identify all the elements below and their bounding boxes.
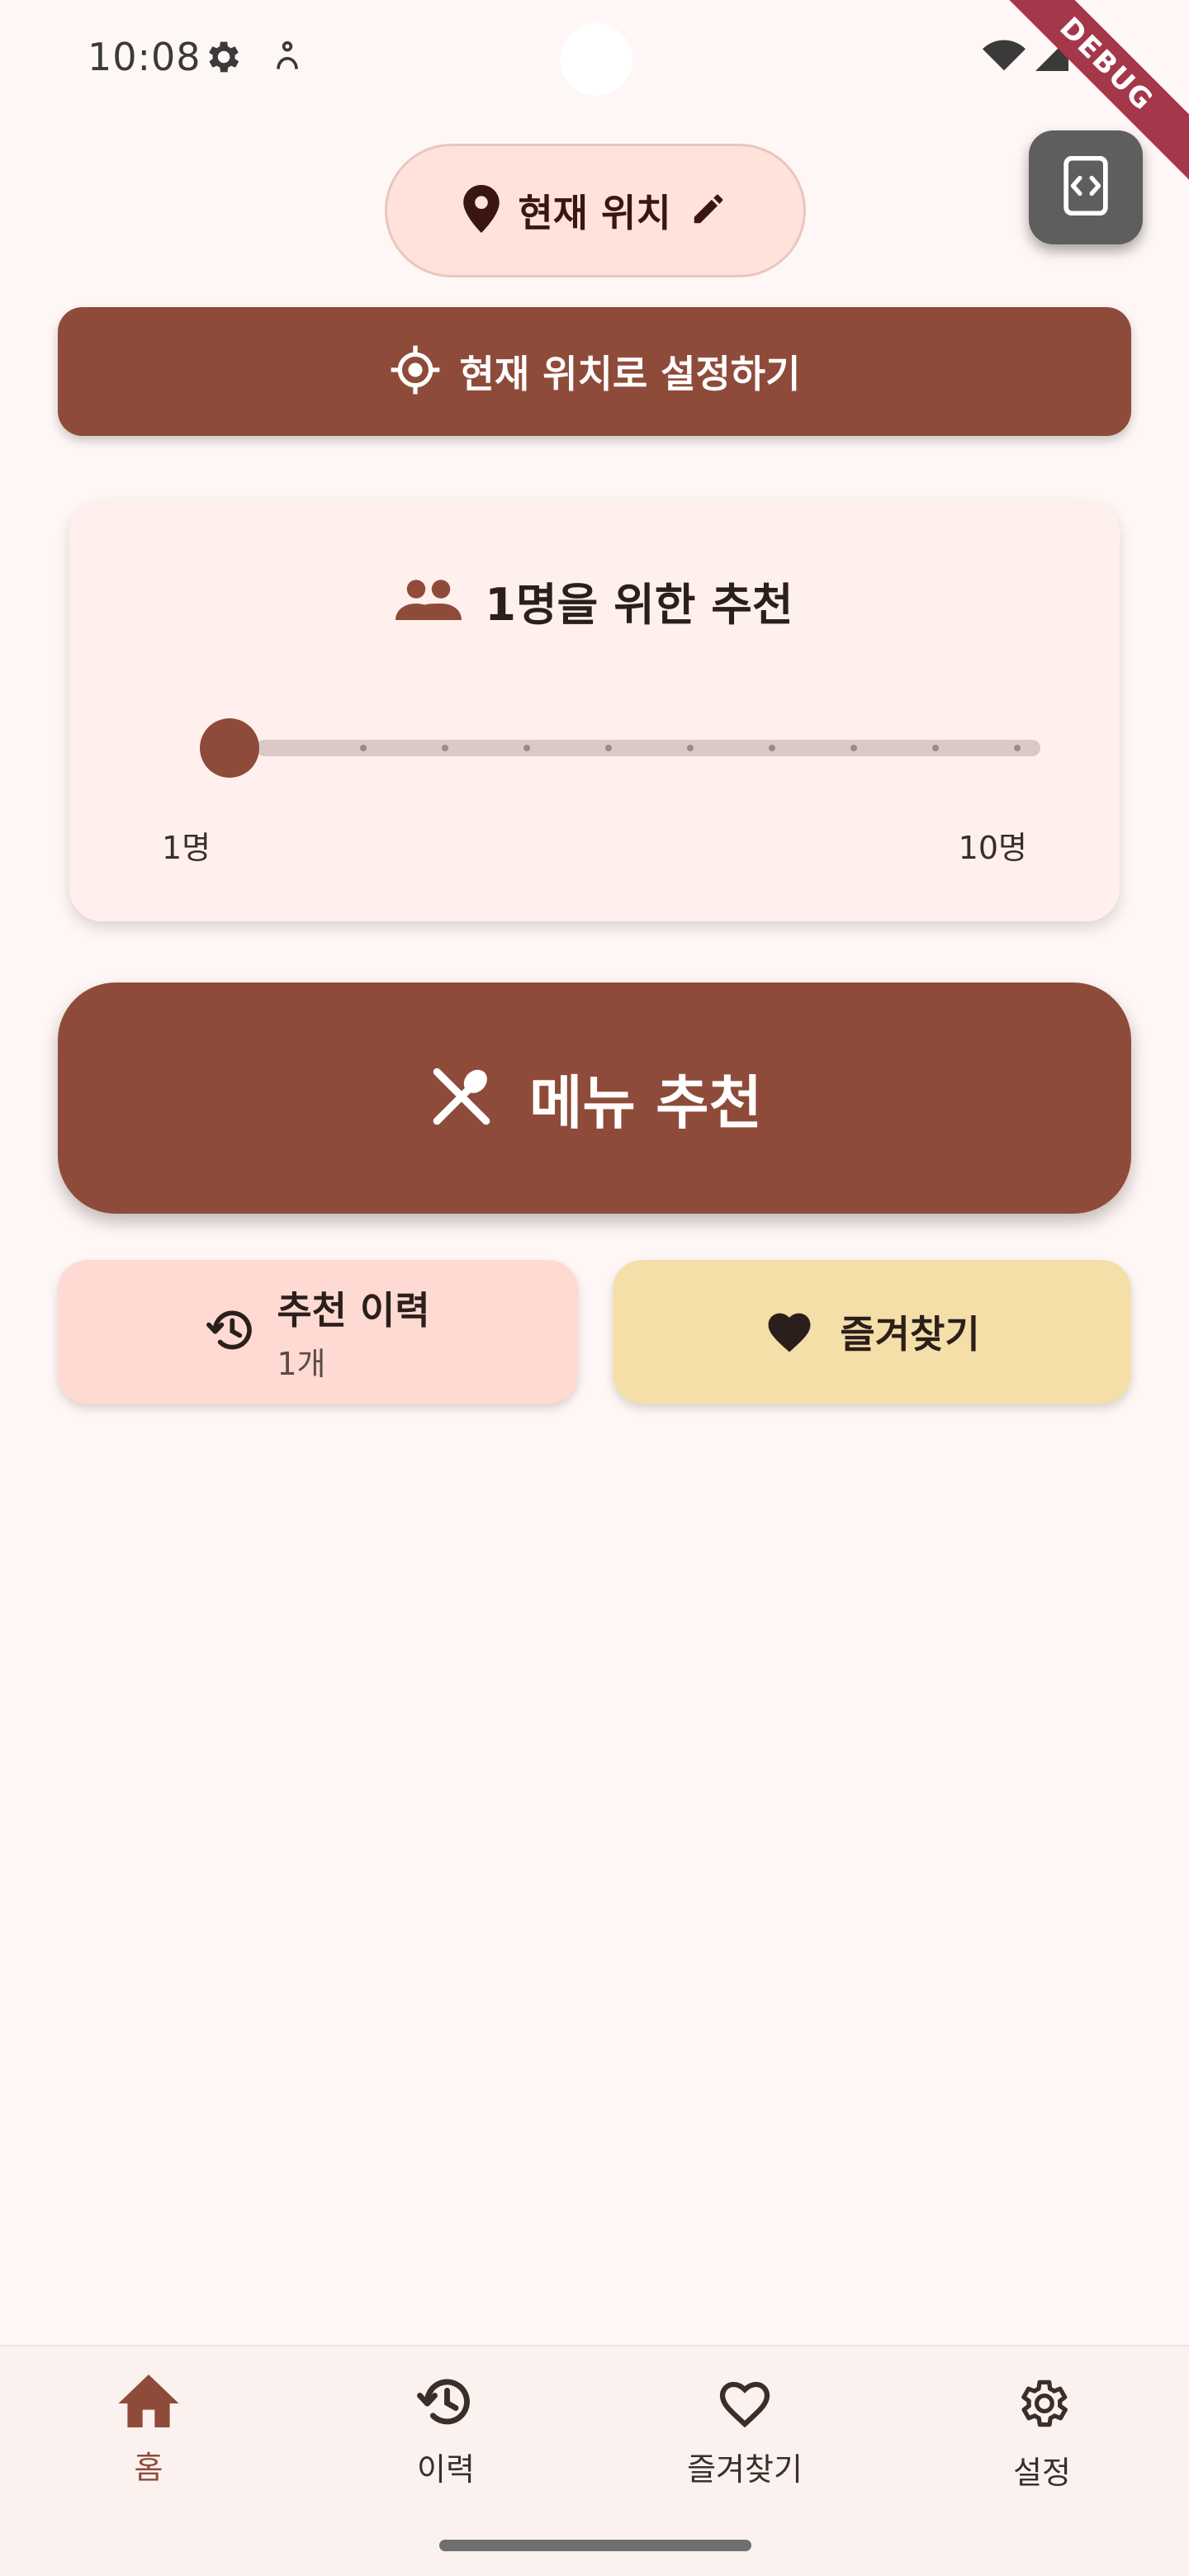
slider-tick	[1014, 745, 1021, 751]
people-card-title: 1명을 위한 추천	[485, 579, 793, 631]
settings-icon	[1013, 2375, 1071, 2436]
people-count-card: 1명을 위한 추천 1명 10명	[69, 500, 1120, 921]
camera-cutout	[560, 23, 632, 96]
slider-min-label: 1명	[162, 830, 211, 866]
heart-outline-icon	[714, 2375, 775, 2432]
menu-recommend-button[interactable]: 메뉴 추천	[58, 983, 1131, 1214]
nav-item-history[interactable]: 이력	[322, 2375, 570, 2489]
bottom-navigation: 홈 이력 즐겨찾기 설정	[0, 2345, 1189, 2576]
people-slider-track[interactable]	[256, 740, 1040, 756]
history-icon	[206, 1305, 257, 1359]
history-title: 추천 이력	[277, 1287, 430, 1333]
favorites-button[interactable]: 즐겨찾기	[613, 1260, 1131, 1404]
history-icon	[415, 2375, 476, 2432]
nav-label-favorites: 즐겨찾기	[687, 2451, 803, 2488]
utensils-icon	[427, 1062, 496, 1134]
code-device-icon	[1060, 155, 1111, 219]
slider-tick	[687, 745, 694, 751]
slider-tick	[932, 745, 939, 751]
slider-tick	[523, 745, 530, 751]
slider-tick	[605, 745, 612, 751]
nav-label-home: 홈	[134, 2450, 163, 2486]
history-count: 1개	[277, 1345, 326, 1382]
nav-label-settings: 설정	[1013, 2455, 1071, 2491]
app-screen: 10:08 DEBUG 현재 위치 현재 위치로 설정하기 1명을 위한 추천 …	[0, 0, 1189, 2576]
slider-tick	[442, 745, 448, 751]
status-time: 10:08	[88, 35, 201, 79]
slider-tick	[850, 745, 857, 751]
set-current-location-button[interactable]: 현재 위치로 설정하기	[58, 307, 1131, 436]
gear-icon	[201, 36, 243, 81]
favorites-title: 즐겨찾기	[840, 1312, 980, 1357]
location-chip[interactable]: 현재 위치	[385, 144, 806, 277]
debug-overlay-button[interactable]	[1029, 130, 1143, 244]
set-current-location-label: 현재 위치로 설정하기	[459, 352, 801, 396]
heart-filled-icon	[764, 1307, 815, 1357]
nav-item-favorites[interactable]: 즐겨찾기	[621, 2375, 869, 2489]
nav-item-settings[interactable]: 설정	[918, 2375, 1166, 2493]
status-bar: 10:08 DEBUG	[0, 0, 1189, 204]
gesture-home-indicator[interactable]	[439, 2540, 751, 2551]
menu-recommend-label: 메뉴 추천	[529, 1068, 762, 1137]
gps-target-icon	[389, 343, 442, 400]
pencil-icon	[689, 190, 727, 231]
accessibility-icon	[269, 36, 306, 81]
nav-item-home[interactable]: 홈	[25, 2375, 272, 2488]
slider-tick	[769, 745, 775, 751]
slider-max-label: 10명	[958, 830, 1027, 866]
history-texts: 추천 이력 1개	[277, 1281, 429, 1384]
people-icon	[396, 576, 462, 626]
location-pin-icon	[463, 185, 500, 236]
wifi-icon	[983, 40, 1026, 76]
people-card-header: 1명을 위한 추천	[69, 568, 1120, 633]
home-icon	[118, 2375, 179, 2431]
location-chip-label: 현재 위치	[518, 191, 671, 235]
recommend-history-button[interactable]: 추천 이력 1개	[58, 1260, 578, 1404]
slider-tick	[360, 745, 367, 751]
nav-label-history: 이력	[417, 2451, 475, 2488]
people-slider-thumb[interactable]	[200, 718, 259, 778]
